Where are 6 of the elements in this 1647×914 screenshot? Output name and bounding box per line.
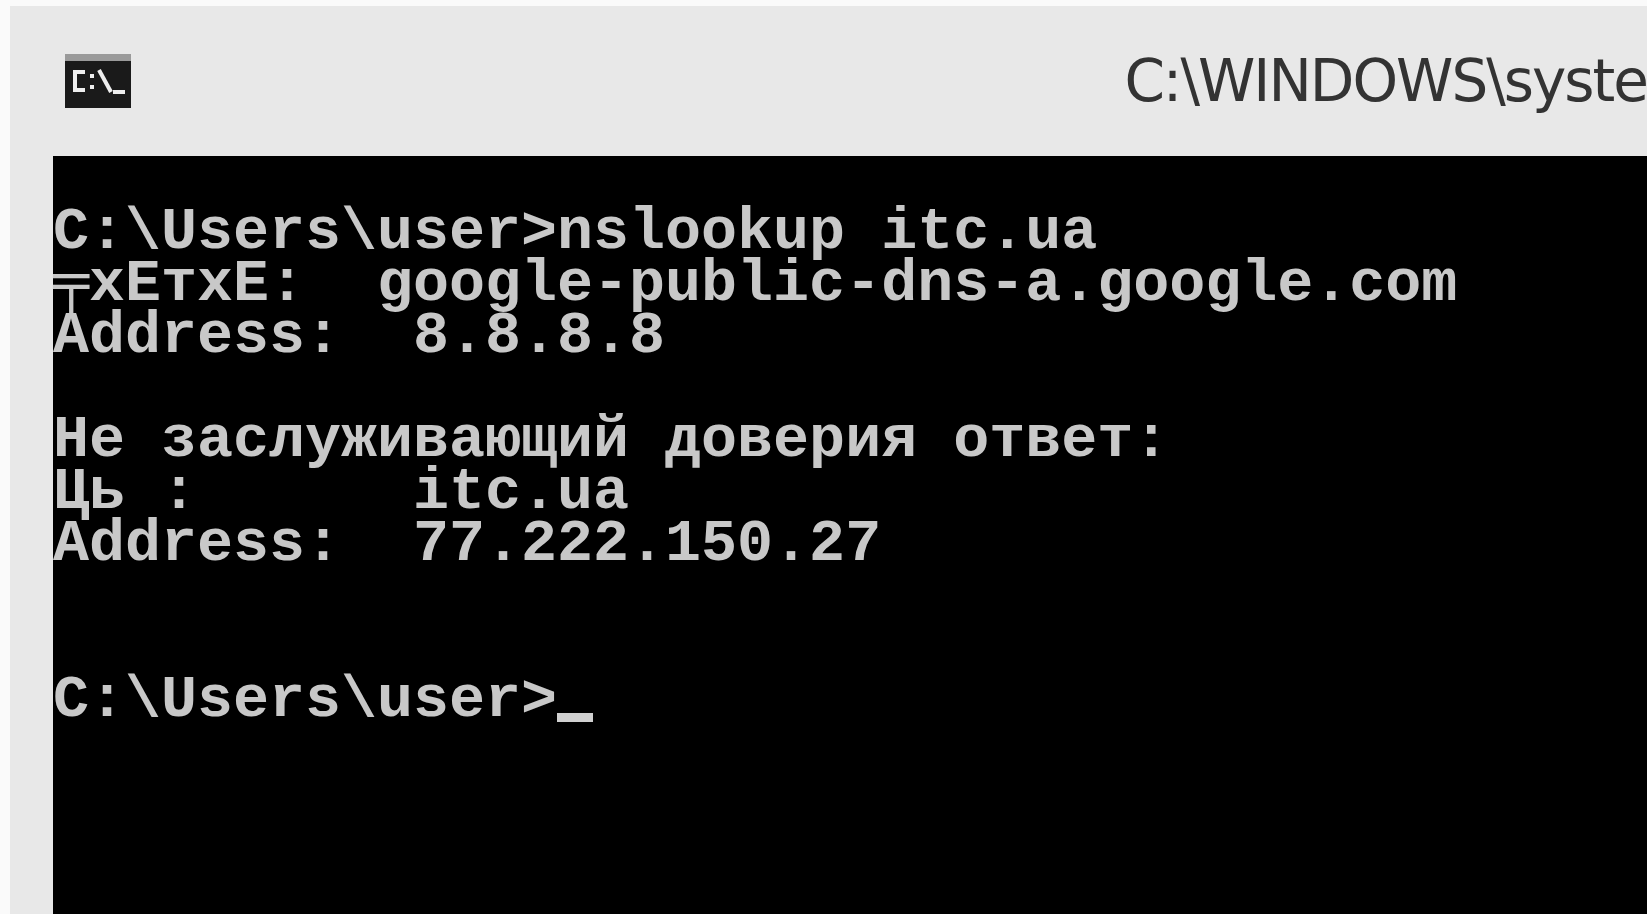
window-title: C:\WINDOWS\syste bbox=[1124, 47, 1647, 115]
console-line: Не заслуживающий доверия ответ: bbox=[53, 414, 1170, 466]
console-line: Address: 77.222.150.27 bbox=[53, 518, 882, 570]
console-line: C:\Users\user>nslookup itc.ua bbox=[53, 206, 1098, 258]
terminal-app-icon bbox=[65, 54, 131, 108]
console-line: C:\Users\user> bbox=[53, 674, 558, 726]
